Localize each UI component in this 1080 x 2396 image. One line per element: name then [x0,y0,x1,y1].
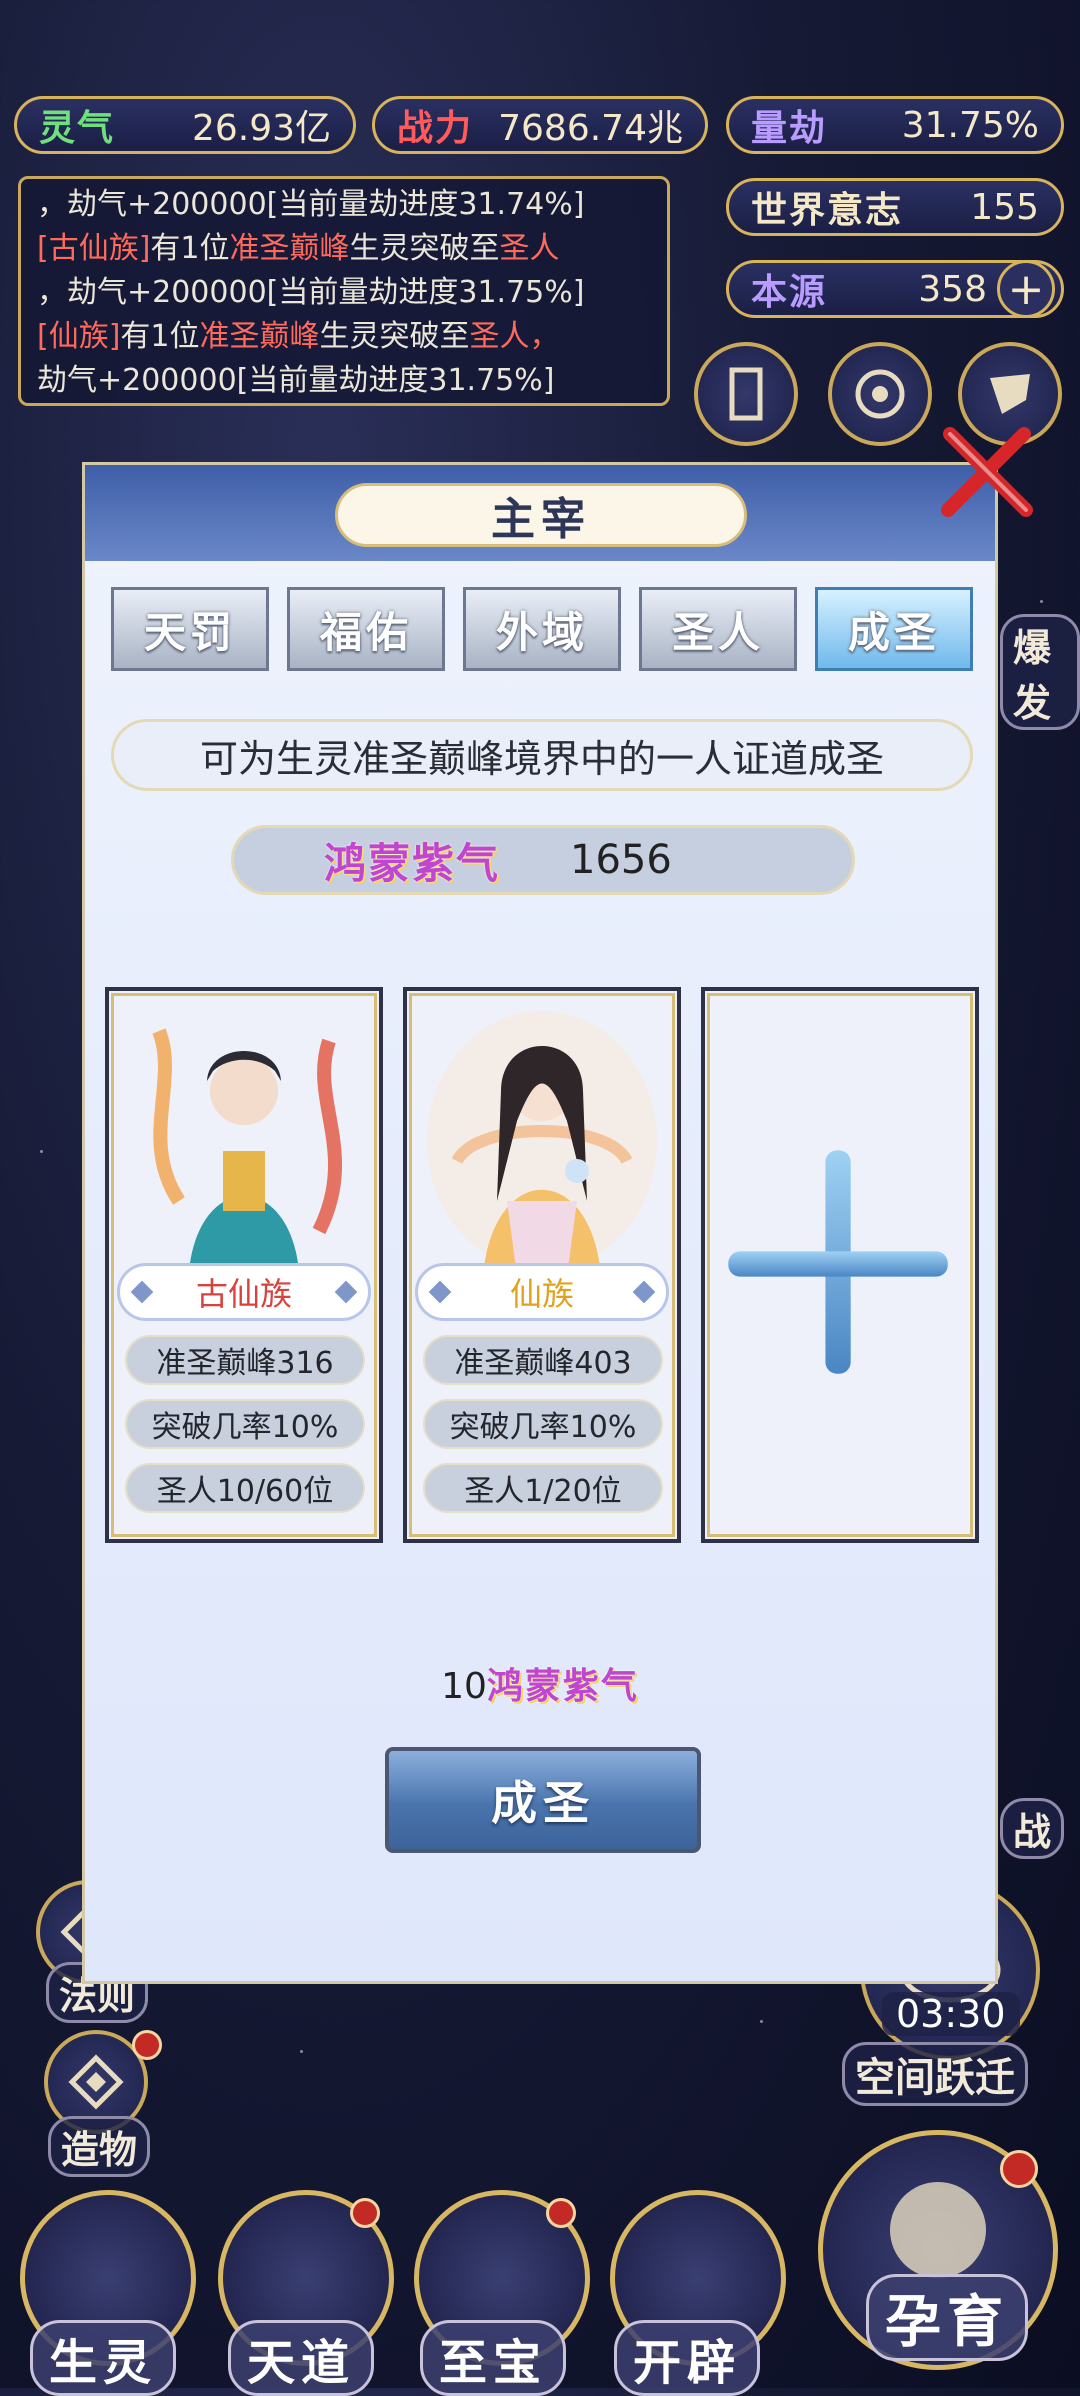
clan-name: 仙族 [509,1275,574,1313]
add-candidate-slot[interactable] [701,987,979,1543]
explode-label[interactable]: 爆发 [1000,614,1080,730]
add-benyuan-button[interactable]: + [997,260,1055,318]
become-saint-button[interactable]: 成圣 [385,1747,701,1853]
rate-pill: 突破几率10% [125,1399,365,1449]
world-will-label: 世界意志 [751,190,904,231]
plus-icon [728,1150,948,1374]
world-will-value: 155 [970,186,1039,228]
clan-badge: 古仙族 [117,1263,371,1321]
benyuan-stat: 本源 358 + [726,260,1064,318]
tab-fuyou[interactable]: 福佑 [287,587,445,671]
diamond-icon [68,2054,124,2110]
dialog-description: 可为生灵准圣巅峰境界中的一人证道成圣 [111,719,973,791]
cost-amount: 10 [441,1666,487,1707]
tab-tianfa[interactable]: 天罚 [111,587,269,671]
candidate-card[interactable]: 古仙族 准圣巅峰316 突破几率10% 圣人10/60位 [105,987,383,1543]
notification-dot [132,2030,162,2060]
notification-dot [350,2198,380,2228]
notification-dot [1000,2150,1038,2188]
clan-badge: 仙族 [415,1263,669,1321]
space-jump-timer: 03:30 [882,1992,1020,2036]
benyuan-value: 358 [918,268,987,310]
vortex-button[interactable] [828,342,932,446]
dialog-title: 主宰 [335,483,747,547]
cost-resource-name: 鸿蒙紫气 [486,1665,639,1707]
character-portrait [119,1001,369,1281]
log-entry: [古仙族]有1位准圣巅峰生灵突破至圣人 ，劫气+200000[当前量劫进度31.… [37,231,585,310]
space-jump-label[interactable]: 空间跃迁 [842,2042,1028,2106]
battle-label[interactable]: 战 [1000,1798,1065,1859]
tab-shengren[interactable]: 圣人 [639,587,797,671]
event-log[interactable]: ，劫气+200000[当前量劫进度31.74%] [古仙族]有1位准圣巅峰生灵突… [18,176,670,406]
benyuan-label: 本源 [751,272,828,313]
dominate-dialog: 主宰 天罚 福佑 外域 圣人 成圣 可为生灵准圣巅峰境界中的一人证道成圣 鸿蒙紫… [82,462,998,1984]
zhanli-stat: 战力 7686.74兆 [372,96,708,154]
candidate-card[interactable]: 仙族 准圣巅峰403 突破几率10% 圣人1/20位 [403,987,681,1543]
tab-waiyu[interactable]: 外域 [463,587,621,671]
world-will-stat: 世界意志 155 [726,178,1064,236]
clan-name: 古仙族 [195,1275,292,1313]
liangjie-value: 31.75% [901,104,1039,146]
lingqi-value: 26.93亿 [191,108,331,149]
notification-dot [546,2198,576,2228]
liangjie-label: 量劫 [751,108,828,149]
nav-yunyu-label[interactable]: 孕育 [866,2274,1028,2361]
rate-pill: 突破几率10% [423,1399,663,1449]
liangjie-stat: 量劫 31.75% [726,96,1064,154]
create-label[interactable]: 造物 [48,2116,151,2177]
realm-pill: 准圣巅峰316 [125,1335,365,1385]
seal-icon [990,374,1030,414]
nav-tiandao-label[interactable]: 天道 [228,2320,375,2396]
saint-count-pill: 圣人10/60位 [125,1463,365,1513]
realm-pill: 准圣巅峰403 [423,1335,663,1385]
log-entry: [仙族]有1位准圣巅峰生灵突破至圣人， 劫气+200000[当前量劫进度31.7… [37,319,560,398]
scroll-button[interactable] [694,342,798,446]
saint-count-pill: 圣人1/20位 [423,1463,663,1513]
resource-display: 鸿蒙紫气 1656 [231,825,855,895]
close-icon[interactable] [936,424,1036,524]
cost-display: 10鸿蒙紫气 [85,1657,995,1709]
nav-zhibao-label[interactable]: 至宝 [420,2320,567,2396]
zhanli-label: 战力 [397,108,474,149]
tab-chengsheng[interactable]: 成圣 [815,587,973,671]
lingqi-label: 灵气 [39,108,116,149]
resource-name: 鸿蒙紫气 [324,838,501,888]
nav-kaipi-label[interactable]: 开辟 [614,2320,761,2396]
log-line: ，劫气+200000[当前量劫进度31.74%] [37,187,585,222]
vortex-icon [855,369,905,419]
lingqi-stat: 灵气 26.93亿 [14,96,356,154]
character-portrait [417,1001,667,1281]
nav-shengling-label[interactable]: 生灵 [30,2320,177,2396]
zhanli-value: 7686.74兆 [498,108,683,149]
resource-value: 1656 [570,837,672,883]
scroll-icon [729,367,763,421]
